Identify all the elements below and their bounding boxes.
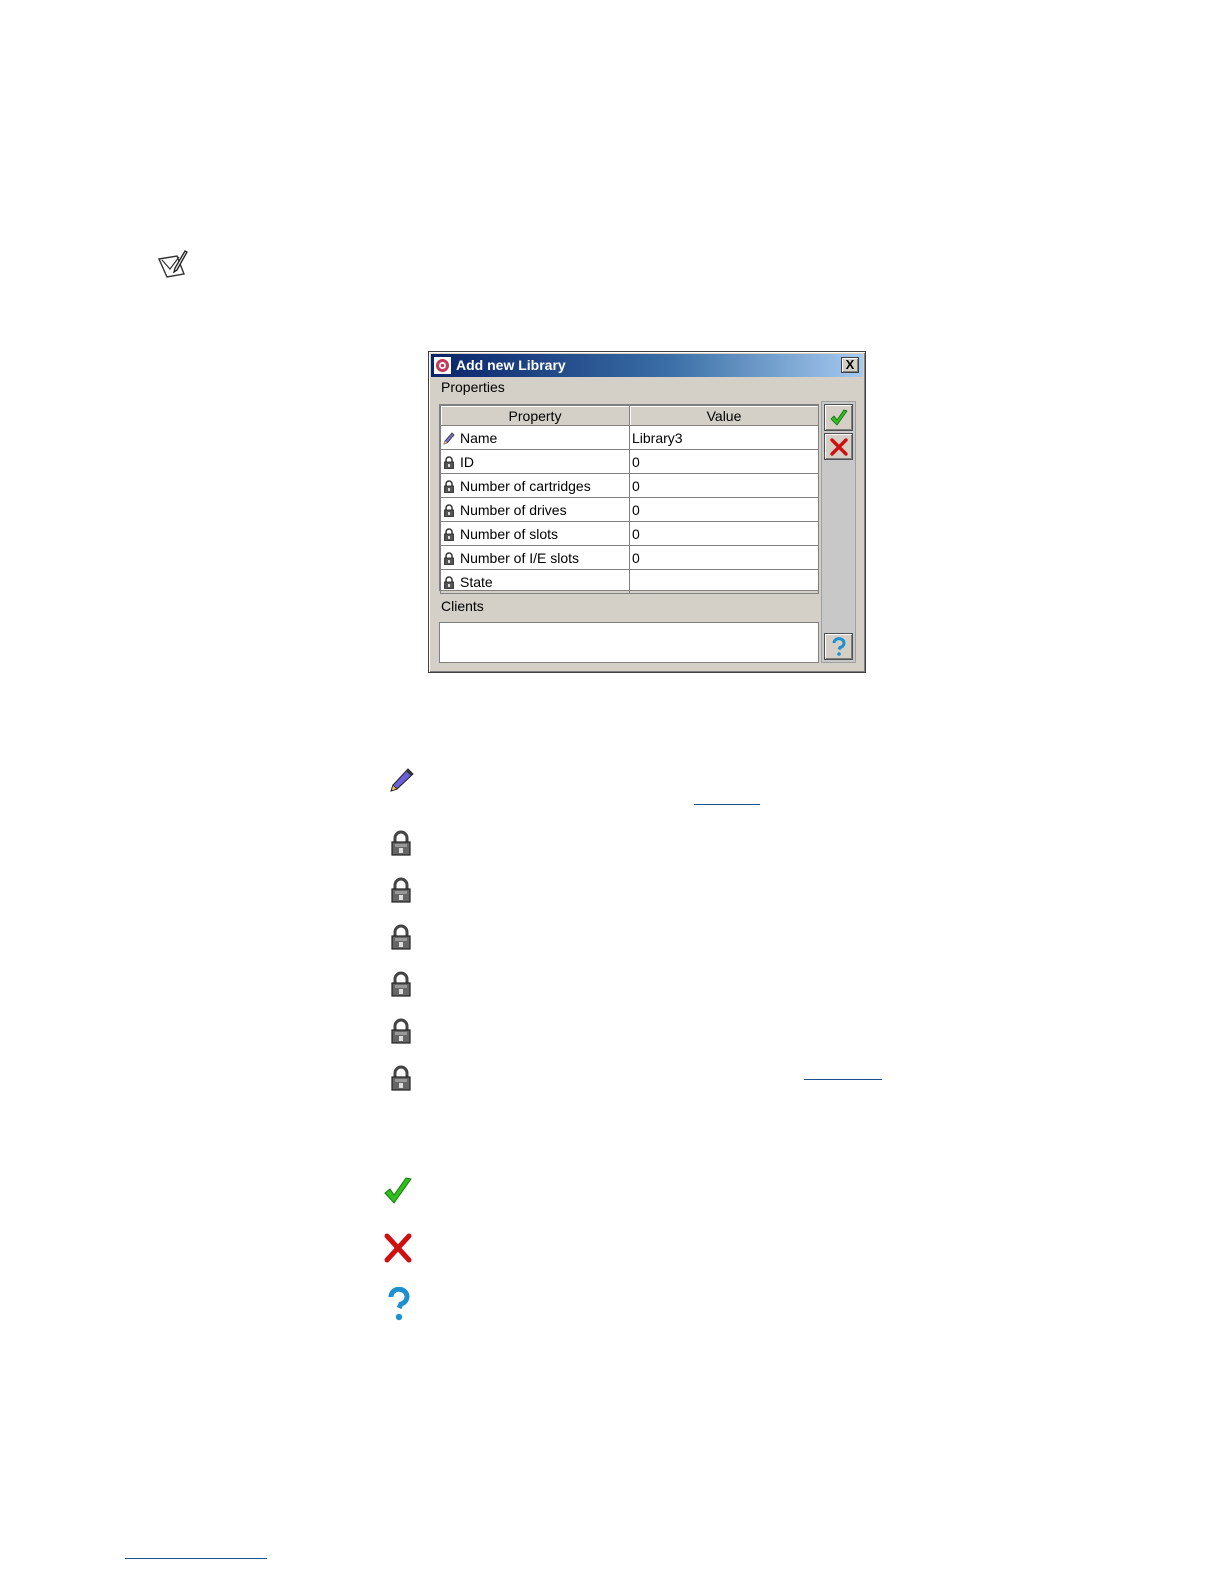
checkmark-icon bbox=[384, 1177, 412, 1204]
value-cell: 0 bbox=[629, 449, 819, 474]
property-cell: ID bbox=[440, 449, 630, 474]
property-cell: Number of I/E slots bbox=[440, 545, 630, 570]
table-row[interactable]: Number of cartridges 0 bbox=[440, 473, 819, 498]
column-header-value[interactable]: Value bbox=[629, 405, 819, 426]
note-pencil-icon bbox=[157, 250, 188, 278]
help-button[interactable] bbox=[824, 633, 853, 660]
close-icon: X bbox=[845, 357, 855, 372]
dialog-title: Add new Library bbox=[456, 357, 566, 373]
table-row[interactable]: ID 0 bbox=[440, 449, 819, 474]
cancel-button[interactable] bbox=[824, 433, 853, 460]
footnote-rule bbox=[125, 1558, 267, 1559]
value-cell[interactable]: Library3 bbox=[629, 425, 819, 450]
lock-icon bbox=[444, 455, 454, 469]
lock-icon bbox=[444, 479, 454, 493]
properties-label: Properties bbox=[441, 379, 505, 395]
clients-list[interactable] bbox=[439, 622, 819, 663]
add-library-dialog: Add new Library X Properties Property Va… bbox=[428, 351, 866, 673]
pencil-icon bbox=[390, 768, 414, 792]
table-row[interactable]: State bbox=[440, 569, 819, 594]
lock-icon bbox=[444, 527, 454, 541]
lock-icon bbox=[444, 551, 454, 565]
value-cell: 0 bbox=[629, 521, 819, 546]
lock-icon bbox=[391, 924, 411, 950]
value-cell: 0 bbox=[629, 497, 819, 522]
value-cell: 0 bbox=[629, 473, 819, 498]
link-underline[interactable] bbox=[804, 1079, 882, 1080]
value-cell bbox=[629, 569, 819, 594]
app-logo-icon bbox=[434, 357, 451, 374]
table-row[interactable]: Number of slots 0 bbox=[440, 521, 819, 546]
column-header-property[interactable]: Property bbox=[440, 405, 630, 426]
value-cell: 0 bbox=[629, 545, 819, 570]
lock-icon bbox=[391, 1018, 411, 1044]
title-bar[interactable]: Add new Library X bbox=[431, 354, 863, 377]
red-x-icon bbox=[384, 1233, 412, 1263]
checkmark-icon bbox=[830, 409, 848, 426]
property-cell: State bbox=[440, 569, 630, 594]
property-cell: Number of drives bbox=[440, 497, 630, 522]
table-row[interactable]: Number of I/E slots 0 bbox=[440, 545, 819, 570]
lock-icon bbox=[391, 877, 411, 903]
lock-icon bbox=[391, 1065, 411, 1091]
action-panel bbox=[821, 401, 856, 663]
question-icon bbox=[832, 637, 846, 656]
properties-table: Property Value Name Library3 ID 0 Number… bbox=[439, 404, 819, 594]
lock-icon bbox=[444, 503, 454, 517]
red-x-icon bbox=[830, 438, 848, 456]
table-row[interactable]: Number of drives 0 bbox=[440, 497, 819, 522]
table-row[interactable]: Name Library3 bbox=[440, 425, 819, 450]
lock-icon bbox=[391, 830, 411, 856]
close-button[interactable]: X bbox=[841, 357, 859, 373]
question-icon bbox=[388, 1287, 410, 1321]
property-cell: Number of cartridges bbox=[440, 473, 630, 498]
property-cell: Number of slots bbox=[440, 521, 630, 546]
clients-label: Clients bbox=[441, 598, 484, 614]
property-cell: Name bbox=[440, 425, 630, 450]
link-underline[interactable] bbox=[694, 804, 760, 805]
lock-icon bbox=[391, 971, 411, 997]
pencil-icon bbox=[443, 431, 455, 445]
lock-icon bbox=[444, 575, 454, 589]
ok-button[interactable] bbox=[824, 404, 853, 431]
